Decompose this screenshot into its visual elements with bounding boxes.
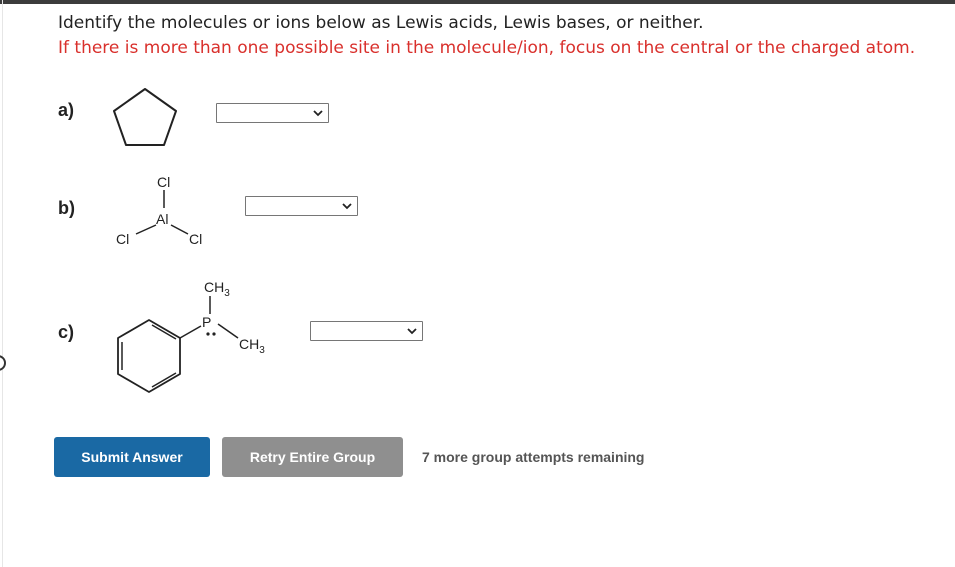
- attempts-remaining: 7 more group attempts remaining: [422, 449, 645, 465]
- collapse-handle[interactable]: [0, 355, 6, 371]
- item-c-label: c): [58, 322, 75, 342]
- answer-select-c[interactable]: [310, 321, 423, 341]
- question-title: Identify the molecules or ions below as …: [58, 13, 704, 33]
- phosphine-structure: P CH3 CH3: [117, 279, 265, 393]
- question-note: If there is more than one possible site …: [58, 38, 916, 58]
- answer-select-a[interactable]: [216, 103, 329, 123]
- methyl-top: CH3: [204, 279, 230, 299]
- cyclopentane-structure: [113, 88, 177, 146]
- left-border: [2, 0, 3, 567]
- atom-cl-right: Cl: [189, 231, 202, 247]
- atom-cl-top: Cl: [157, 174, 170, 190]
- chevron-down-icon: [342, 203, 352, 210]
- alcl3-structure: Cl Al Cl Cl: [116, 174, 202, 247]
- item-b-label: b): [58, 198, 75, 218]
- top-bar: [0, 0, 955, 4]
- chevron-down-icon: [407, 328, 417, 335]
- atom-cl-left: Cl: [116, 231, 129, 247]
- answer-select-b[interactable]: [245, 196, 358, 216]
- retry-group-button[interactable]: Retry Entire Group: [222, 437, 403, 477]
- chevron-down-icon: [313, 110, 323, 117]
- item-a-label: a): [58, 100, 75, 120]
- atom-p: P: [202, 314, 211, 330]
- atom-al: Al: [156, 211, 168, 227]
- methyl-right: CH3: [239, 336, 265, 356]
- submit-answer-button[interactable]: Submit Answer: [54, 437, 210, 477]
